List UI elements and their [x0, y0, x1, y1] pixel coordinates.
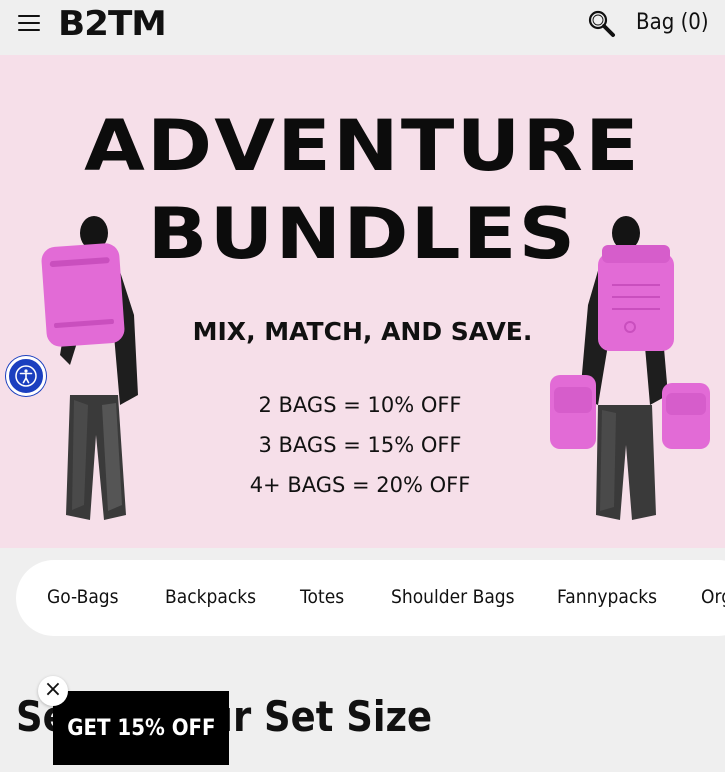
hamburger-menu-icon[interactable] — [18, 14, 40, 32]
category-shoulder-bags[interactable]: Shoulder Bags — [391, 586, 515, 608]
close-icon[interactable]: × — [38, 676, 68, 706]
hero-banner[interactable]: ADVENTURE BUNDLES MIX, MATCH, AND SAVE. … — [0, 55, 725, 548]
category-backpacks[interactable]: Backpacks — [165, 586, 256, 608]
promo-label: GET 15% OFF — [66, 715, 216, 741]
model-with-backpack-image — [550, 216, 710, 520]
bag-link[interactable]: Bag (0) — [636, 10, 709, 35]
promo-button[interactable]: GET 15% OFF — [53, 691, 229, 765]
accessibility-icon[interactable] — [6, 356, 46, 396]
hero-title-line1: ADVENTURE — [84, 105, 641, 187]
category-organizers[interactable]: Org — [701, 586, 725, 608]
site-header: B2TM Bag (0) — [0, 0, 725, 50]
category-fannypacks[interactable]: Fannypacks — [557, 586, 657, 608]
brand-logo[interactable]: B2TM — [58, 4, 167, 44]
category-totes[interactable]: Totes — [300, 586, 344, 608]
search-icon[interactable] — [587, 9, 617, 39]
category-go-bags[interactable]: Go-Bags — [47, 586, 119, 608]
model-with-duffel-image — [41, 216, 138, 520]
category-nav: Go-Bags Backpacks Totes Shoulder Bags Fa… — [16, 560, 725, 636]
